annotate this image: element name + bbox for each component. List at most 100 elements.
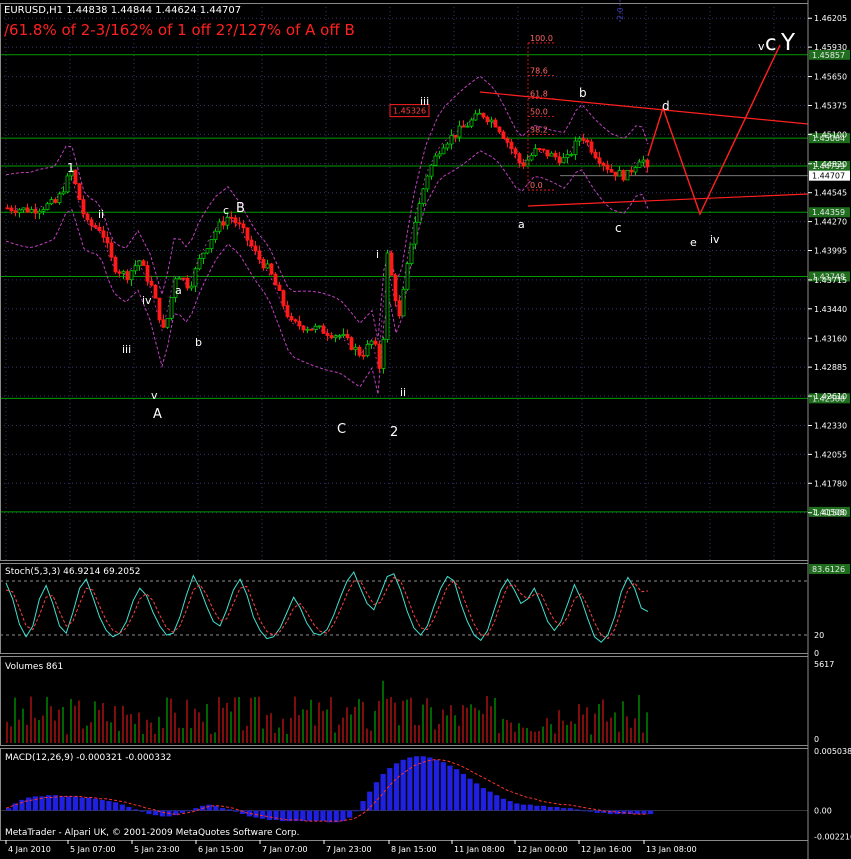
candle-body — [93, 225, 98, 228]
x-tick-label: 5 Jan 23:00 — [134, 845, 180, 854]
candle-body — [53, 199, 58, 203]
candle-body — [513, 148, 518, 155]
candle-body — [385, 252, 390, 340]
candle-body — [373, 340, 378, 345]
candle-body — [81, 199, 86, 215]
macd-histogram-bar — [333, 810, 339, 823]
candle-body — [557, 156, 562, 164]
macd-histogram-bar — [567, 808, 573, 811]
macd-histogram-bar — [206, 804, 212, 811]
candle-body — [57, 193, 62, 203]
macd-histogram-bar — [534, 805, 540, 811]
candle-body — [65, 175, 70, 193]
candle-body — [357, 346, 362, 356]
wave-label: ii — [400, 386, 406, 399]
candle-body — [213, 230, 218, 240]
candle-body — [265, 263, 270, 269]
y-tick-label: 1.44820 — [814, 160, 847, 169]
candle-body — [553, 152, 558, 158]
candle-body — [209, 239, 214, 250]
candle-body — [33, 209, 38, 214]
macd-histogram-bar — [634, 810, 640, 815]
y-tick-label: 1.45650 — [814, 73, 847, 82]
candle-body — [417, 203, 422, 223]
candle-body — [449, 134, 454, 145]
macd-histogram-bar — [106, 801, 112, 811]
macd-histogram-bar — [353, 810, 359, 812]
candle-body — [257, 250, 262, 260]
macd-histogram-bar — [520, 804, 527, 811]
macd-histogram-bar — [119, 804, 125, 811]
candle-body — [481, 112, 486, 118]
macd-histogram-bar — [387, 768, 393, 811]
x-tick-label: 12 Jan 00:00 — [517, 845, 568, 854]
macd-title: MACD(12,26,9) -0.000321 -0.000332 — [5, 753, 171, 763]
candle-body — [269, 263, 274, 275]
candle-body — [121, 271, 126, 274]
chart-canvas[interactable]: 1.458571.450641.447991.443591.437481.425… — [0, 0, 851, 859]
volume-y-tick: 5617 — [814, 660, 834, 669]
macd-histogram-bar — [360, 801, 366, 811]
candle-body — [85, 213, 90, 221]
macd-y-tick: 0.00 — [814, 807, 832, 816]
macd-histogram-bar — [367, 791, 373, 811]
candle-body — [361, 354, 366, 357]
level-tag-label: 1.44359 — [812, 208, 845, 217]
stoch-y-tick: 0 — [814, 649, 819, 658]
x-tick-label: 8 Jan 15:00 — [391, 845, 437, 854]
candle-body — [609, 169, 614, 173]
wave-label: C — [337, 422, 346, 437]
candle-body — [433, 155, 438, 166]
candle-body — [541, 148, 546, 151]
macd-histogram-bar — [220, 808, 226, 811]
candle-body — [593, 151, 598, 159]
candle-body — [569, 154, 574, 156]
candle-body — [261, 258, 266, 269]
candle-body — [397, 300, 402, 317]
current-price-label: 1.44707 — [812, 172, 845, 181]
macd-histogram-bar — [19, 799, 25, 811]
wave-label: 2 — [390, 425, 398, 440]
candle-body — [389, 252, 394, 276]
macd-histogram-bar — [648, 810, 654, 815]
candle-body — [581, 138, 586, 141]
candle-body — [25, 207, 30, 213]
macd-histogram-bar — [621, 810, 627, 815]
candle-body — [249, 239, 254, 247]
candle-body — [601, 162, 606, 166]
candle-body — [381, 338, 386, 369]
candle-body — [277, 284, 282, 291]
macd-histogram-bar — [474, 783, 480, 811]
macd-histogram-bar — [440, 762, 446, 811]
macd-histogram-bar — [393, 763, 400, 811]
wave-label: c — [765, 31, 777, 55]
candle-body — [401, 288, 406, 317]
macd-histogram-bar — [340, 810, 346, 822]
candle-body — [101, 230, 106, 238]
candle-body — [141, 260, 146, 266]
candle-body — [189, 285, 194, 289]
wave-label: iv — [142, 294, 152, 307]
candle-body — [369, 340, 374, 345]
macd-histogram-bar — [514, 803, 520, 811]
candle-body — [45, 203, 50, 210]
candle-body — [509, 141, 514, 150]
y-tick-label: 1.42330 — [814, 421, 847, 430]
y-tick-label: 1.43160 — [814, 334, 847, 343]
macd-histogram-bar — [327, 810, 333, 823]
macd-histogram-bar — [507, 801, 513, 811]
candle-body — [465, 125, 470, 128]
candle-body — [445, 143, 450, 149]
macd-histogram-bar — [587, 810, 593, 812]
macd-histogram-bar — [226, 809, 232, 811]
wave-label: b — [195, 336, 202, 349]
candle-body — [317, 325, 322, 328]
candle-body — [621, 170, 626, 181]
macd-histogram-bar — [72, 796, 79, 811]
candle-body — [181, 277, 186, 280]
candle-body — [41, 209, 46, 212]
macd-histogram-bar — [480, 788, 486, 811]
copyright: MetaTrader - Alpari UK, © 2001-2009 Meta… — [5, 828, 299, 838]
y-tick-label: 1.44545 — [814, 189, 847, 198]
candle-body — [409, 243, 414, 264]
